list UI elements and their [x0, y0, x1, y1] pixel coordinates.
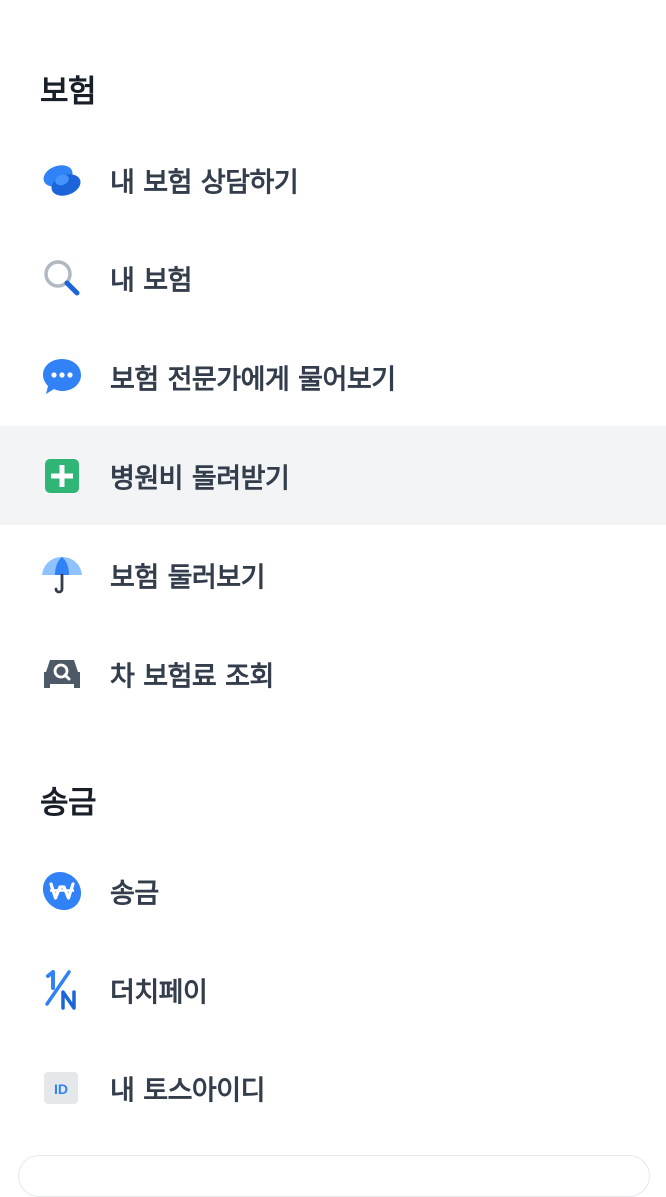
chat-bubble-icon — [40, 355, 84, 399]
menu-item-label: 병원비 돌려받기 — [110, 463, 290, 494]
menu-item-toss-id[interactable]: ID 내 토스아이디 — [0, 1038, 666, 1137]
section-title-insurance: 보험 — [40, 74, 97, 110]
menu-item-label: 내 토스아이디 — [110, 1075, 265, 1106]
search-icon — [40, 256, 84, 300]
menu-item-insurance-consult[interactable]: 내 보험 상담하기 — [0, 130, 666, 229]
menu-item-ask-expert[interactable]: 보험 전문가에게 물어보기 — [0, 327, 666, 426]
consult-leaf-icon — [40, 158, 84, 202]
umbrella-icon — [40, 553, 84, 597]
menu-item-my-insurance[interactable]: 내 보험 — [0, 228, 666, 327]
menu-item-hospital-refund[interactable]: 병원비 돌려받기 — [0, 426, 666, 525]
menu-item-label: 더치페이 — [110, 977, 208, 1008]
menu-item-dutch-pay[interactable]: 더치페이 — [0, 940, 666, 1039]
menu-item-label: 보험 둘러보기 — [110, 562, 265, 593]
id-badge-icon: ID — [40, 1066, 84, 1110]
menu-item-browse-insurance[interactable]: 보험 둘러보기 — [0, 525, 666, 624]
menu-item-label: 내 보험 — [110, 265, 192, 296]
svg-text:ID: ID — [54, 1081, 68, 1097]
menu-item-car-insurance-quote[interactable]: 차 보험료 조회 — [0, 624, 666, 723]
menu-item-label: 내 보험 상담하기 — [110, 167, 299, 198]
bottom-card — [18, 1155, 650, 1197]
won-icon — [40, 869, 84, 913]
menu-item-label: 보험 전문가에게 물어보기 — [110, 364, 396, 395]
plus-square-icon — [40, 454, 84, 498]
car-search-icon — [40, 652, 84, 696]
section-title-transfer: 송금 — [40, 785, 97, 821]
menu-item-label: 차 보험료 조회 — [110, 661, 274, 692]
menu-item-label: 송금 — [110, 878, 159, 909]
menu-item-transfer[interactable]: 송금 — [0, 841, 666, 940]
one-over-n-icon — [40, 968, 84, 1012]
